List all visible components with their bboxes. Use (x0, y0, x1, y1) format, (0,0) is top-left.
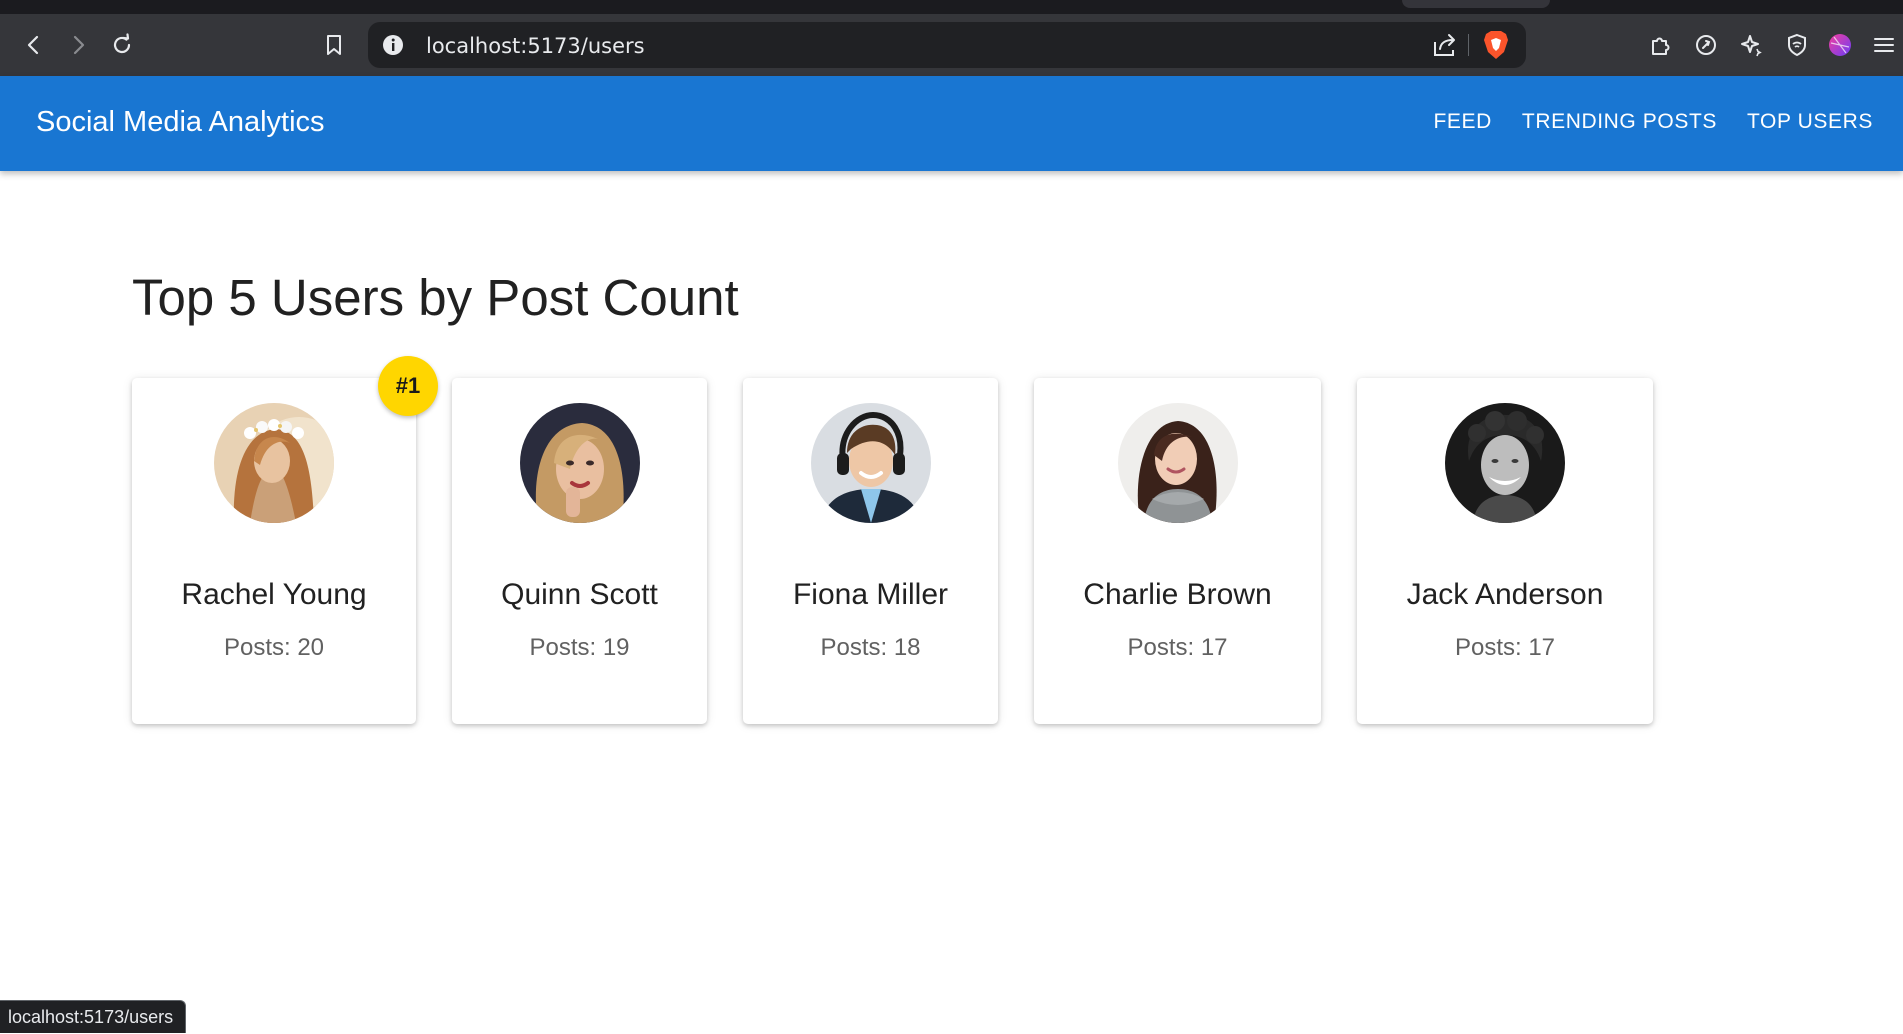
post-count: Posts: 17 (1454, 634, 1556, 661)
nav-trending-posts[interactable]: TRENDING POSTS (1522, 110, 1717, 134)
user-name: Charlie Brown (1083, 578, 1272, 611)
menu-icon[interactable] (1866, 28, 1902, 62)
browser-tab[interactable] (1402, 0, 1550, 8)
avatar (519, 403, 640, 523)
nav-top-users[interactable]: TOP USERS (1747, 110, 1873, 134)
user-name: Quinn Scott (501, 578, 658, 611)
nav-menu: FEED TRENDING POSTS TOP USERS (1433, 110, 1873, 134)
bookmark-icon[interactable] (316, 28, 352, 62)
user-name: Rachel Young (181, 578, 367, 611)
user-card: Quinn Scott Posts: 19 (452, 378, 707, 724)
app-header: Social Media Analytics FEED TRENDING POS… (0, 76, 1903, 171)
user-name: Fiona Miller (792, 578, 949, 611)
address-bar[interactable]: localhost:5173/users (368, 22, 1526, 68)
divider (1468, 34, 1469, 56)
app-title: Social Media Analytics (36, 106, 325, 138)
brave-shields-icon[interactable] (1482, 30, 1510, 60)
user-card: #1 Rachel Young Posts: 20 (132, 356, 438, 724)
site-info-icon[interactable] (382, 34, 404, 56)
user-card: Charlie Brown Posts: 17 (1034, 378, 1321, 724)
status-url: localhost:5173/users (0, 1000, 187, 1033)
page-title: Top 5 Users by Post Count (132, 269, 739, 326)
nav-feed[interactable]: FEED (1433, 110, 1491, 134)
browser-toolbar: localhost:5173/users (0, 14, 1903, 76)
reload-icon[interactable] (104, 28, 140, 62)
avatar (214, 403, 334, 523)
share-icon[interactable] (1431, 32, 1459, 58)
user-card: Fiona Miller Posts: 18 (743, 378, 998, 724)
extensions-icon[interactable] (1642, 28, 1678, 62)
rank-badge: #1 (378, 356, 438, 416)
post-count: Posts: 17 (1127, 634, 1228, 661)
avatar (1445, 403, 1565, 523)
post-count: Posts: 19 (529, 634, 630, 661)
profile-avatar-icon[interactable] (1822, 28, 1858, 62)
avatar (1117, 403, 1238, 523)
post-count: Posts: 20 (223, 634, 325, 661)
sparkle-icon[interactable] (1733, 28, 1769, 62)
user-name: Jack Anderson (1406, 578, 1604, 611)
back-icon[interactable] (16, 28, 52, 62)
leo-ai-icon[interactable] (1688, 28, 1724, 62)
url-text[interactable]: localhost:5173/users (426, 34, 645, 58)
avatar (810, 403, 931, 523)
vpn-shield-icon[interactable] (1779, 28, 1815, 62)
browser-tabstrip (0, 0, 1903, 14)
user-card: Jack Anderson Posts: 17 (1357, 378, 1653, 724)
user-card-list: #1 Rachel Young Posts: 20 Quinn Scott Po… (132, 356, 1653, 724)
forward-icon[interactable] (60, 28, 96, 62)
post-count: Posts: 18 (820, 634, 921, 661)
